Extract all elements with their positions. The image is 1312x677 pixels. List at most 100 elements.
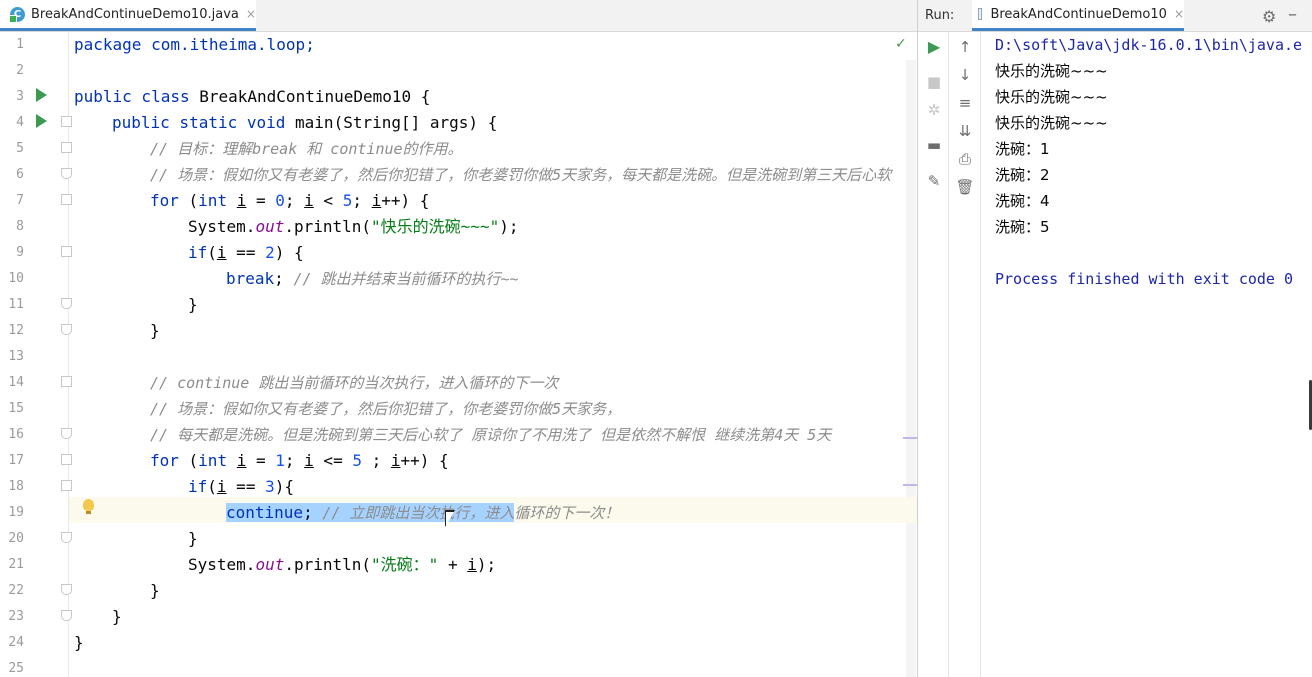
line-number: 6 — [16, 167, 24, 182]
run-toolbar-primary: ▶ ■ ✲ ▬ ✎ — [918, 32, 949, 677]
line-number: 22 — [8, 583, 24, 598]
code-token: i — [236, 191, 247, 210]
scroll-to-end-icon[interactable]: ⇊ — [955, 121, 975, 141]
code-token: <= — [313, 451, 353, 470]
layout-icon[interactable]: ▬ — [924, 135, 944, 155]
code-token: ( — [207, 477, 217, 496]
code-token: ; — [303, 503, 323, 522]
soft-wrap-icon[interactable]: ≡ — [955, 93, 975, 113]
code-line-14: // continue 跳出当前循环的当次执行，进入循环的下一次 — [150, 370, 558, 396]
code-token: main(String[] args) { — [295, 113, 498, 132]
code-line-1: package com.itheima.loop; — [74, 32, 315, 58]
editor-scrollbar[interactable] — [906, 60, 916, 677]
code-token: ; — [274, 269, 294, 288]
code-line-8: System.out.println("快乐的洗碗~~~"); — [188, 214, 518, 240]
minimize-icon[interactable]: – — [1288, 4, 1297, 25]
run-gutter-icon[interactable] — [36, 114, 47, 128]
code-token: i — [467, 555, 477, 574]
line-number: 13 — [8, 349, 24, 364]
editor-gutter: 1 2 3 4 5 6 7 8 9 10 11 12 13 14 15 16 17 18 19 20 21 22 23 24 2… — [0, 32, 69, 677]
code-token: 1 — [275, 451, 285, 470]
code-token: System. — [188, 217, 256, 236]
code-token: out — [255, 555, 285, 574]
arrow-down-icon[interactable]: ↓ — [955, 65, 975, 85]
console-line: 快乐的洗碗~~~ — [995, 88, 1108, 106]
line-number: 17 — [8, 453, 24, 468]
editor-tab-label: BreakAndContinueDemo10.java — [31, 6, 239, 22]
code-token: ( — [178, 451, 199, 470]
line-number: 5 — [16, 141, 24, 156]
code-token: } — [150, 321, 160, 340]
code-token: ( — [178, 191, 199, 210]
code-line-12: } — [150, 318, 160, 344]
code-line-16: // 每天都是洗碗。但是洗碗到第三天后心软了 原谅你了不用洗了 但是依然不解恨 … — [150, 422, 831, 448]
code-line-15: // 场景：假如你又有老婆了，然后你犯错了，你老婆罚你做5天家务， — [150, 396, 621, 422]
code-token: public static void — [112, 113, 296, 132]
line-number: 9 — [16, 245, 24, 260]
code-token: break — [226, 269, 275, 288]
code-token: } — [112, 607, 122, 626]
code-token: i — [390, 451, 401, 470]
code-token: continue — [226, 503, 304, 522]
line-number: 8 — [16, 219, 24, 234]
console-line: 洗碗：5 — [995, 218, 1050, 236]
rerun-icon[interactable]: ▶ — [924, 36, 944, 56]
code-token: + — [438, 555, 468, 574]
code-token: ( — [207, 243, 217, 262]
print-icon[interactable]: ⎙ — [955, 149, 975, 169]
line-number: 19 — [8, 505, 24, 520]
code-token: ; — [284, 451, 305, 470]
line-number: 24 — [8, 635, 24, 650]
code-token: == — [226, 477, 266, 496]
code-token: ++) { — [381, 191, 430, 210]
console-line: D:\soft\Java\jdk-16.0.1\bin\java.e — [995, 36, 1303, 54]
line-number: 10 — [8, 271, 24, 286]
line-number: 4 — [16, 115, 24, 130]
code-token: i — [216, 243, 227, 262]
run-label: Run: — [925, 8, 955, 23]
code-token: ); — [499, 217, 519, 236]
code-token: i — [304, 451, 314, 470]
console-line: 快乐的洗碗~~~ — [995, 62, 1108, 80]
code-token: i — [371, 191, 382, 210]
run-tab[interactable]: BreakAndContinueDemo10 × — [972, 0, 1184, 31]
code-token: = — [246, 451, 276, 470]
line-number: 12 — [8, 323, 24, 338]
close-icon[interactable]: × — [1174, 7, 1184, 21]
pin-icon[interactable]: ✎ — [924, 171, 944, 191]
stop-icon[interactable]: ■ — [924, 72, 944, 92]
code-line-23: } — [112, 604, 122, 630]
console-line: 快乐的洗碗~~~ — [995, 114, 1108, 132]
code-editor[interactable]: C BreakAndContinueDemo10.java × ✓ 123456… — [0, 0, 917, 677]
debug-icon[interactable]: ✲ — [924, 100, 944, 120]
console-line: 洗碗：4 — [995, 192, 1050, 210]
run-gutter-icon[interactable] — [36, 88, 47, 102]
code-line-10: break; // 跳出并结束当前循环的执行~~ — [226, 266, 519, 292]
line-number: 2 — [16, 63, 24, 78]
code-token: BreakAndContinueDemo10 { — [199, 87, 431, 106]
line-number: 14 — [8, 375, 24, 390]
code-token: if — [188, 477, 208, 496]
gear-icon[interactable]: ⚙ — [1262, 7, 1276, 26]
code-token: == — [226, 243, 266, 262]
code-token: ; — [352, 191, 372, 210]
console-output[interactable]: D:\soft\Java\jdk-16.0.1\bin\java.e 快乐的洗碗… — [995, 32, 1312, 677]
code-comment: // 立即跳出当次执行，进入 — [322, 504, 515, 522]
console-line: Process finished with exit code 0 — [995, 270, 1294, 288]
code-line-5: // 目标：理解break 和 continue的作用。 — [150, 136, 463, 162]
code-token: i — [216, 477, 227, 496]
editor-tab[interactable]: C BreakAndContinueDemo10.java × — [0, 0, 256, 31]
code-line-19: continue; // 立即跳出当次执行，进入循环的下一次！ — [226, 500, 619, 526]
trash-icon[interactable]: 🗑 — [955, 177, 975, 197]
arrow-up-icon[interactable]: ↑ — [955, 37, 975, 57]
code-line-3: public class BreakAndContinueDemo10 { — [74, 84, 430, 110]
code-line-7: for (int i = 0; i < 5; i++) { — [150, 188, 429, 214]
code-token: 5 — [352, 451, 362, 470]
code-area[interactable]: package com.itheima.loop; public class B… — [69, 32, 906, 677]
console-line: 洗碗：2 — [995, 166, 1050, 184]
code-token: ++) { — [400, 451, 449, 470]
code-token: out — [255, 217, 285, 236]
close-icon[interactable]: × — [246, 7, 256, 21]
code-line-18: if(i == 3){ — [188, 474, 294, 500]
line-number: 20 — [8, 531, 24, 546]
